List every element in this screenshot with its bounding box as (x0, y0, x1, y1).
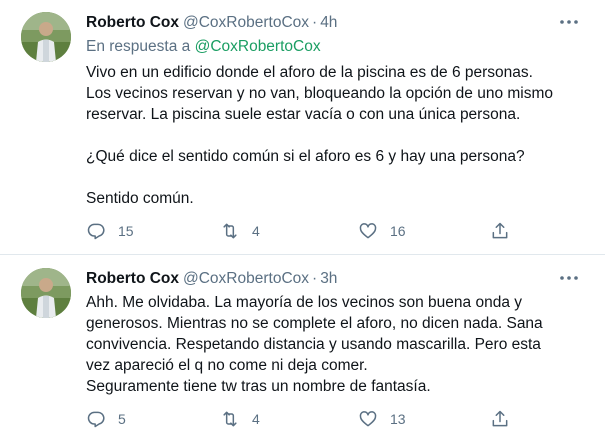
share-button[interactable] (490, 219, 510, 243)
like-icon (358, 409, 378, 429)
author-handle[interactable]: @CoxRobertoCox (183, 270, 309, 287)
tweet-text: Ahh. Me olvidaba. La mayoría de los veci… (86, 294, 543, 395)
like-count: 16 (390, 223, 406, 239)
tweet-header: Roberto Cox @CoxRobertoCox · 4h (86, 13, 337, 33)
tweet-actions: 5 4 13 (86, 407, 556, 431)
like-count: 13 (390, 411, 406, 427)
reply-prefix: En respuesta a (86, 38, 191, 55)
author-name[interactable]: Roberto Cox (86, 14, 179, 31)
retweet-button[interactable]: 4 (220, 407, 260, 431)
more-icon[interactable] (559, 17, 579, 27)
reply-button[interactable]: 15 (86, 219, 134, 243)
avatar[interactable] (21, 12, 71, 62)
tweet-text: Vivo en un edificio donde el aforo de la… (86, 64, 554, 207)
separator: · (312, 270, 318, 287)
reply-icon (86, 409, 106, 429)
retweet-icon (220, 221, 240, 241)
reply-button[interactable]: 5 (86, 407, 126, 431)
share-button[interactable] (490, 407, 510, 431)
like-icon (358, 221, 378, 241)
like-button[interactable]: 13 (358, 407, 406, 431)
author-handle[interactable]: @CoxRobertoCox (183, 14, 309, 31)
retweet-button[interactable]: 4 (220, 219, 260, 243)
tweet[interactable]: Roberto Cox @CoxRobertoCox · 3h Ahh. Me olv… (0, 256, 605, 444)
retweet-count: 4 (252, 223, 260, 239)
share-icon (490, 409, 510, 429)
share-icon (490, 221, 510, 241)
tweet[interactable]: Roberto Cox @CoxRobertoCox · 4h En respuest… (0, 0, 605, 255)
retweet-count: 4 (252, 411, 260, 427)
timestamp[interactable]: 4h (320, 14, 337, 31)
timestamp[interactable]: 3h (320, 270, 337, 287)
reply-count: 15 (118, 223, 134, 239)
reply-context: En respuesta a @CoxRobertoCox (86, 37, 321, 57)
reply-count: 5 (118, 411, 126, 427)
avatar[interactable] (21, 268, 71, 318)
tweet-actions: 15 4 16 (86, 219, 556, 243)
tweet-header: Roberto Cox @CoxRobertoCox · 3h (86, 269, 337, 289)
separator: · (312, 14, 318, 31)
reply-icon (86, 221, 106, 241)
more-icon[interactable] (559, 273, 579, 283)
retweet-icon (220, 409, 240, 429)
author-name[interactable]: Roberto Cox (86, 270, 179, 287)
like-button[interactable]: 16 (358, 219, 406, 243)
reply-mention-link[interactable]: @CoxRobertoCox (195, 38, 321, 55)
